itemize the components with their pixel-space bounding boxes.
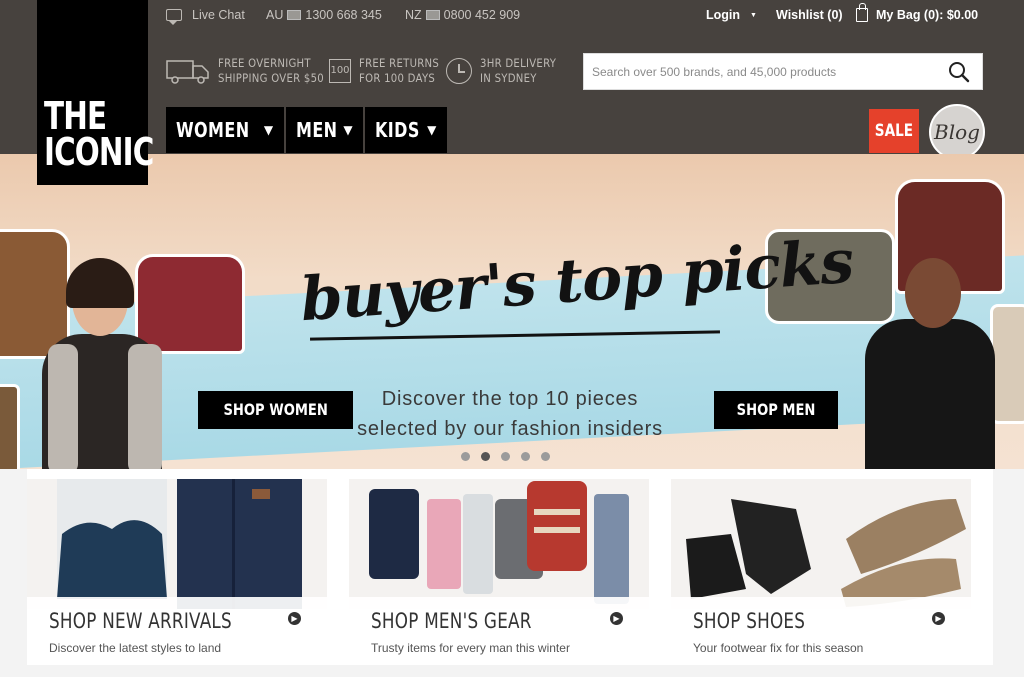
nz-label: NZ bbox=[405, 8, 422, 22]
shoes-image bbox=[671, 479, 971, 609]
new-arrivals-image bbox=[27, 479, 327, 609]
login-label: Login bbox=[706, 8, 741, 22]
nav-women-label: WOMEN bbox=[176, 118, 250, 142]
chat-icon bbox=[166, 9, 182, 25]
benefit-shipping-line1: FREE OVERNIGHT bbox=[218, 56, 311, 70]
au-phone: AU 1300 668 345 bbox=[266, 8, 382, 22]
login-menu[interactable]: Login ▼ bbox=[706, 8, 757, 22]
wishlist-label: Wishlist (0) bbox=[776, 8, 843, 22]
shopping-bag-icon bbox=[856, 3, 868, 22]
tile-title: SHOP NEW ARRIVALS bbox=[49, 609, 232, 633]
woman-model-hair bbox=[66, 258, 134, 308]
nav-men-label: MEN bbox=[295, 118, 338, 142]
chevron-down-icon: ▼ bbox=[263, 123, 274, 137]
wishlist-link[interactable]: Wishlist (0) bbox=[776, 8, 843, 22]
chevron-down-icon: ▼ bbox=[427, 123, 437, 137]
brand-logo[interactable]: THE ICONIC bbox=[37, 0, 154, 185]
benefit-returns-line1: FREE RETURNS bbox=[359, 56, 440, 70]
nav-kids-label: KIDS bbox=[375, 118, 420, 142]
hero-copy-line2: selected by our fashion insiders bbox=[357, 418, 663, 440]
carousel-dot-3[interactable] bbox=[501, 452, 510, 461]
clock-icon bbox=[446, 58, 472, 84]
search-icon[interactable] bbox=[948, 61, 970, 83]
site-header: THE ICONIC Live Chat AU 1300 668 345 NZ … bbox=[0, 0, 1024, 185]
promo-tiles: SHOP NEW ARRIVALS ▶ Discover the latest … bbox=[27, 469, 993, 665]
man-model-body bbox=[865, 319, 995, 469]
tile-mens-gear-caption: SHOP MEN'S GEAR ▶ Trusty items for every… bbox=[349, 597, 649, 665]
mens-gear-image bbox=[349, 479, 649, 609]
tile-subtitle: Trusty items for every man this winter bbox=[371, 641, 570, 655]
live-chat-link[interactable]: Live Chat bbox=[166, 8, 245, 25]
carousel-dots bbox=[461, 452, 550, 461]
shop-men-label: SHOP MEN bbox=[736, 400, 816, 419]
tile-mens-gear[interactable]: SHOP MEN'S GEAR ▶ Trusty items for every… bbox=[349, 479, 649, 665]
benefit-shipping[interactable]: FREE OVERNIGHT SHIPPING OVER $50 bbox=[166, 56, 338, 86]
carousel-dot-1[interactable] bbox=[461, 452, 470, 461]
beige-jacket-image bbox=[990, 304, 1024, 424]
arrow-right-icon: ▶ bbox=[288, 612, 301, 625]
tile-title: SHOP MEN'S GEAR bbox=[371, 609, 532, 633]
shop-men-button[interactable]: SHOP MEN bbox=[714, 391, 839, 429]
my-bag-link[interactable]: My Bag (0): $0.00 bbox=[856, 3, 979, 22]
sale-label: SALE bbox=[874, 121, 914, 141]
red-sweater-image bbox=[135, 254, 245, 354]
logo-line-2: ICONIC bbox=[44, 130, 154, 174]
blog-button[interactable]: Blog bbox=[929, 104, 985, 160]
tile-title: SHOP SHOES bbox=[693, 609, 806, 633]
benefit-delivery-line1: 3HR DELIVERY bbox=[480, 56, 557, 70]
arrow-right-icon: ▶ bbox=[932, 612, 945, 625]
nz-phone: NZ 0800 452 909 bbox=[405, 8, 520, 22]
live-chat-label: Live Chat bbox=[192, 8, 245, 22]
hero-banner[interactable]: buyer's top picks SHOP WOMEN Discover th… bbox=[0, 154, 1024, 469]
returns-box-icon: 100 bbox=[329, 59, 351, 83]
benefit-returns[interactable]: 100 FREE RETURNS FOR 100 DAYS bbox=[329, 56, 450, 86]
utility-bar: Live Chat AU 1300 668 345 NZ 0800 452 90… bbox=[166, 3, 1024, 25]
shop-women-label: SHOP WOMEN bbox=[223, 400, 328, 419]
chevron-down-icon: ▼ bbox=[750, 11, 757, 19]
nz-phone-number: 0800 452 909 bbox=[443, 8, 521, 22]
carousel-dot-2[interactable] bbox=[481, 452, 490, 461]
tile-new-arrivals-caption: SHOP NEW ARRIVALS ▶ Discover the latest … bbox=[27, 597, 327, 665]
tile-shoes-caption: SHOP SHOES ▶ Your footwear fix for this … bbox=[671, 597, 971, 665]
benefit-delivery[interactable]: 3HR DELIVERY IN SYDNEY bbox=[446, 56, 567, 86]
tile-shoes[interactable]: SHOP SHOES ▶ Your footwear fix for this … bbox=[671, 479, 971, 665]
chevron-down-icon: ▼ bbox=[343, 123, 354, 137]
tile-subtitle: Discover the latest styles to land bbox=[49, 641, 222, 655]
woman-cardigan-left bbox=[48, 344, 78, 469]
nav-men[interactable]: MEN ▼ bbox=[285, 107, 364, 153]
benefit-returns-line2: FOR 100 DAYS bbox=[359, 71, 436, 85]
hero-copy: Discover the top 10 pieces selected by o… bbox=[330, 384, 690, 444]
search-input[interactable] bbox=[592, 54, 942, 89]
my-bag-label: My Bag (0): $0.00 bbox=[876, 8, 979, 22]
au-label: AU bbox=[266, 8, 284, 22]
benefit-shipping-line2: SHIPPING OVER $50 bbox=[218, 71, 324, 85]
jacket-edge-image bbox=[0, 384, 20, 469]
nz-flag-icon bbox=[425, 10, 440, 20]
man-model-head bbox=[905, 258, 961, 328]
truck-icon bbox=[166, 60, 209, 84]
main-nav: WOMEN ▼ MEN ▼ KIDS ▼ bbox=[166, 107, 447, 153]
tile-new-arrivals[interactable]: SHOP NEW ARRIVALS ▶ Discover the latest … bbox=[27, 479, 327, 665]
hero-copy-line1: Discover the top 10 pieces bbox=[381, 388, 639, 410]
woman-cardigan-right bbox=[128, 344, 162, 469]
arrow-right-icon: ▶ bbox=[610, 612, 623, 625]
au-phone-number: 1300 668 345 bbox=[305, 8, 382, 22]
carousel-dot-5[interactable] bbox=[541, 452, 550, 461]
tile-subtitle: Your footwear fix for this season bbox=[693, 641, 864, 655]
benefit-delivery-line2: IN SYDNEY bbox=[480, 71, 537, 85]
logo-line-1: THE bbox=[44, 94, 107, 138]
search-box bbox=[583, 53, 983, 90]
nav-women[interactable]: WOMEN ▼ bbox=[166, 107, 284, 153]
au-flag-icon bbox=[287, 10, 302, 20]
sale-button[interactable]: SALE bbox=[869, 109, 919, 153]
carousel-dot-4[interactable] bbox=[521, 452, 530, 461]
nav-kids[interactable]: KIDS ▼ bbox=[365, 107, 447, 153]
